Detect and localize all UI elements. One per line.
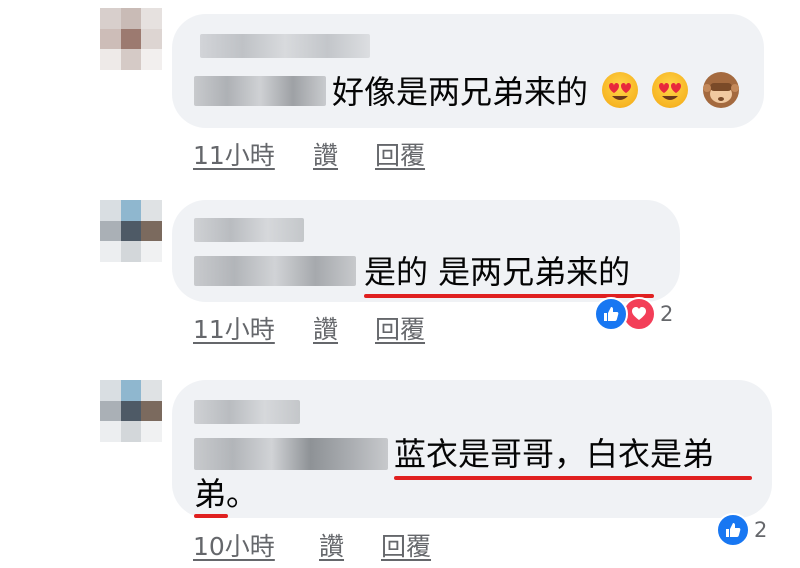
red-underline bbox=[194, 514, 228, 518]
comment-text: 好像是两兄弟来的 bbox=[332, 72, 739, 112]
reaction-count: 2 bbox=[754, 518, 768, 542]
timestamp-link[interactable]: 10小時 bbox=[193, 527, 275, 563]
mention-blurred[interactable] bbox=[194, 438, 388, 470]
author-name-blurred[interactable] bbox=[194, 218, 304, 242]
comment-bubble: 是的 是两兄弟来的 bbox=[172, 200, 680, 302]
reply-link[interactable]: 回覆 bbox=[381, 527, 431, 563]
author-name-blurred[interactable] bbox=[194, 400, 300, 424]
timestamp-link[interactable]: 11小時 bbox=[193, 310, 275, 346]
mention-blurred[interactable] bbox=[194, 256, 356, 286]
avatar[interactable] bbox=[100, 380, 162, 442]
red-underline bbox=[394, 476, 752, 480]
see-no-evil-monkey-icon bbox=[702, 72, 739, 108]
like-link[interactable]: 讚 bbox=[313, 310, 338, 346]
comment-text-line2: 弟。 bbox=[194, 475, 259, 513]
like-link[interactable]: 讚 bbox=[319, 527, 344, 563]
like-reaction-icon bbox=[716, 513, 750, 547]
reaction-count: 2 bbox=[660, 302, 674, 326]
timestamp-link[interactable]: 11小時 bbox=[193, 136, 275, 172]
comment-bubble: 好像是两兄弟来的 bbox=[172, 14, 764, 128]
heart-eyes-emoji-icon bbox=[602, 72, 639, 108]
author-name-blurred[interactable] bbox=[200, 34, 370, 58]
avatar[interactable] bbox=[100, 200, 162, 262]
like-reaction-icon bbox=[594, 297, 628, 331]
avatar[interactable] bbox=[100, 8, 162, 70]
comment-text: 是的 是两兄弟来的 bbox=[364, 253, 631, 291]
like-link[interactable]: 讚 bbox=[313, 136, 338, 172]
comment-text-line1: 蓝衣是哥哥，白衣是弟 bbox=[394, 435, 715, 473]
reply-link[interactable]: 回覆 bbox=[375, 310, 425, 346]
mention-blurred[interactable] bbox=[194, 76, 326, 106]
reaction-summary[interactable]: 2 bbox=[716, 512, 767, 548]
reaction-summary[interactable]: 2 bbox=[594, 296, 673, 332]
reply-link[interactable]: 回覆 bbox=[375, 136, 425, 172]
heart-eyes-emoji-icon bbox=[652, 72, 689, 108]
comment-bubble: 蓝衣是哥哥，白衣是弟 弟。 bbox=[172, 380, 772, 518]
